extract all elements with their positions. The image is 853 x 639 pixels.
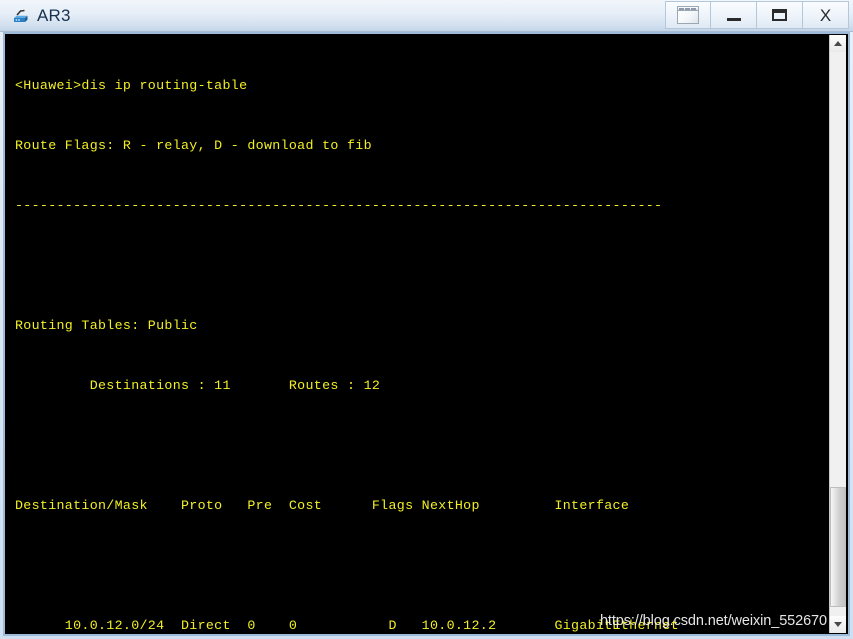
title-bar-left: AR3 [10, 0, 71, 32]
scroll-thumb[interactable] [830, 487, 846, 607]
scroll-down-arrow-icon[interactable] [830, 616, 846, 633]
minimize-icon [726, 17, 741, 21]
maximize-icon [772, 9, 787, 21]
console-table-headers: Destination/Mask Proto Pre Cost Flags Ne… [15, 498, 630, 513]
application-window: AR3 X <Huawei>dis ip routing-table Route… [0, 0, 853, 639]
router-icon [10, 6, 30, 26]
console-separator: ----------------------------------------… [15, 198, 663, 213]
terminal-frame: <Huawei>dis ip routing-table Route Flags… [3, 32, 850, 636]
console-routing-tables: Routing Tables: Public [15, 318, 198, 333]
title-bar[interactable]: AR3 X [0, 0, 853, 32]
console-blank-2 [15, 436, 831, 456]
terminal-output[interactable]: <Huawei>dis ip routing-table Route Flags… [7, 35, 831, 633]
console-command-line: <Huawei>dis ip routing-table [15, 78, 248, 93]
watermark-text: https://blog.csdn.net/weixin_552670 [599, 613, 827, 629]
console-text: <Huawei>dis ip routing-table Route Flags… [15, 36, 831, 633]
maximize-button[interactable] [757, 1, 803, 29]
console-route-flags: Route Flags: R - relay, D - download to … [15, 138, 372, 153]
window-controls: X [665, 1, 849, 31]
close-icon: X [819, 5, 832, 25]
minimize-button[interactable] [711, 1, 757, 29]
console-blank-1 [15, 256, 831, 276]
vertical-scrollbar[interactable] [829, 35, 846, 633]
window-list-icon [677, 6, 699, 24]
console-blank-3 [15, 556, 831, 576]
console-summary: Destinations : 11 Routes : 12 [15, 378, 381, 393]
scroll-up-arrow-icon[interactable] [830, 35, 846, 52]
window-restore-list-button[interactable] [665, 1, 711, 29]
window-title: AR3 [37, 6, 71, 25]
close-button[interactable]: X [803, 1, 849, 29]
